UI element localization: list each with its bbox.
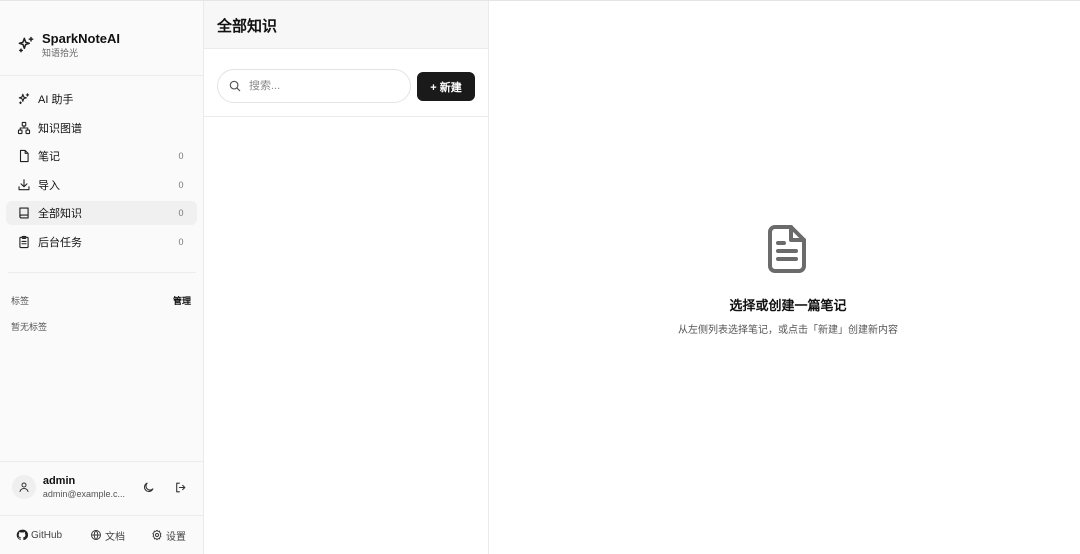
- sidebar-item-count: 0: [178, 179, 184, 190]
- sidebar-item-count: 0: [178, 236, 184, 247]
- sidebar-item-label: 后台任务: [38, 236, 82, 249]
- document-icon: [764, 223, 810, 275]
- user-panel: admin admin@example.c...: [12, 473, 192, 501]
- list-header: 全部知识: [204, 1, 488, 49]
- download-icon: [16, 177, 32, 193]
- app-window: SparkNoteAI 知语拾光 AI 助手 知识图谱 笔记 0 导入 0 全部…: [0, 0, 1080, 554]
- sparkles-icon: [16, 35, 36, 55]
- tags-empty-text: 暂无标签: [11, 322, 48, 332]
- brand-name: SparkNoteAI: [42, 31, 121, 46]
- github-link[interactable]: GitHub: [16, 529, 62, 541]
- sidebar-item-ai-assistant[interactable]: AI 助手: [6, 87, 197, 111]
- sidebar-footer: GitHub 文档 设置: [0, 525, 203, 545]
- sidebar-item-label: AI 助手: [38, 94, 74, 106]
- logout-icon: [175, 482, 185, 492]
- divider: [0, 75, 203, 76]
- page-title: 全部知识: [217, 18, 278, 35]
- divider: [8, 272, 196, 273]
- sidebar-item-background-tasks[interactable]: 后台任务 0: [6, 230, 197, 254]
- docs-label: 文档: [105, 531, 125, 543]
- sidebar: SparkNoteAI 知语拾光 AI 助手 知识图谱 笔记 0 导入 0 全部…: [0, 1, 204, 554]
- tags-title: 标签: [11, 296, 30, 306]
- knowledge-list-panel: 全部知识 + 新建: [204, 1, 489, 554]
- search-box[interactable]: [217, 69, 411, 103]
- book-icon: [16, 205, 32, 221]
- sidebar-item-all-knowledge[interactable]: 全部知识 0: [6, 201, 197, 225]
- divider: [0, 461, 203, 462]
- sidebar-item-label: 笔记: [38, 151, 60, 163]
- sidebar-item-import[interactable]: 导入 0: [6, 173, 197, 197]
- file-icon: [16, 148, 32, 164]
- user-icon: [19, 482, 29, 492]
- search-input[interactable]: [249, 80, 399, 92]
- avatar[interactable]: [12, 475, 36, 499]
- sidebar-item-label: 导入: [38, 179, 60, 192]
- user-name: admin: [42, 474, 76, 487]
- editor-area: 选择或创建一篇笔记 从左侧列表选择笔记，或点击「新建」创建新内容: [489, 1, 1080, 554]
- globe-icon: [90, 529, 102, 541]
- sidebar-nav: AI 助手 知识图谱 笔记 0 导入 0 全部知识 0 后台任务 0: [6, 87, 197, 258]
- gear-icon: [151, 529, 163, 541]
- sidebar-item-count: 0: [178, 151, 184, 161]
- manage-tags-button[interactable]: 管理: [173, 294, 191, 307]
- brand-subtitle: 知语拾光: [42, 48, 79, 58]
- settings-label: 设置: [166, 531, 186, 543]
- sidebar-item-notes[interactable]: 笔记 0: [6, 144, 197, 168]
- search-icon: [228, 79, 242, 93]
- sidebar-item-label: 全部知识: [38, 208, 82, 220]
- settings-link[interactable]: 设置: [151, 528, 186, 543]
- sparkles-icon: [16, 91, 32, 107]
- network-icon: [16, 120, 32, 136]
- moon-icon: [143, 482, 154, 492]
- divider: [204, 116, 488, 117]
- divider: [0, 515, 203, 516]
- docs-link[interactable]: 文档: [90, 528, 125, 543]
- sidebar-item-knowledge-graph[interactable]: 知识图谱: [6, 116, 197, 140]
- tags-header: 标签 管理: [11, 294, 191, 307]
- logout-button[interactable]: [168, 475, 192, 499]
- user-email: admin@example.c...: [42, 488, 126, 499]
- empty-state-title: 选择或创建一篇笔记: [729, 298, 847, 313]
- clipboard-icon: [16, 234, 32, 250]
- github-label: GitHub: [31, 529, 63, 541]
- sidebar-item-label: 知识图谱: [38, 122, 82, 135]
- github-icon: [16, 529, 28, 541]
- new-note-button[interactable]: + 新建: [417, 72, 475, 101]
- brand: SparkNoteAI 知语拾光: [16, 31, 120, 59]
- theme-toggle-button[interactable]: [136, 475, 160, 499]
- sidebar-item-count: 0: [178, 208, 184, 218]
- empty-state-description: 从左侧列表选择笔记，或点击「新建」创建新内容: [678, 325, 898, 336]
